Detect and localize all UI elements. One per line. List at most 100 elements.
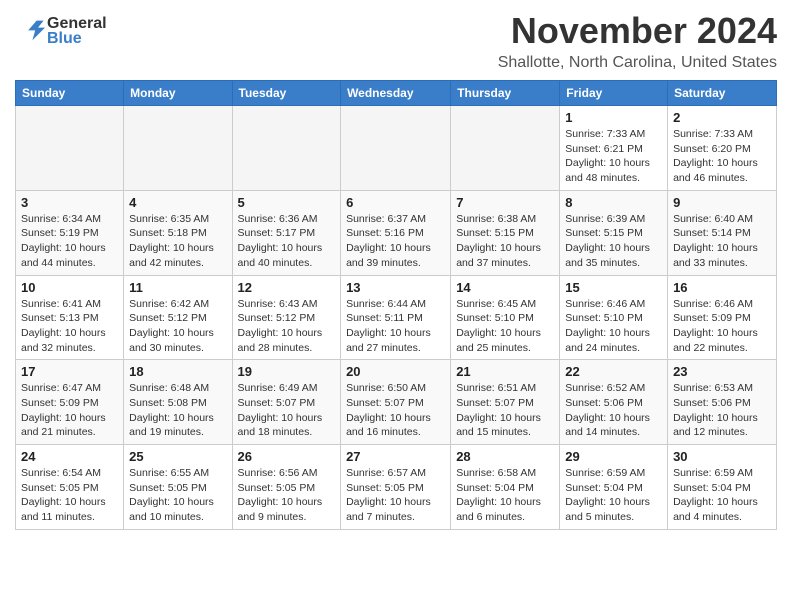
calendar-cell: 1 Sunrise: 7:33 AM Sunset: 6:21 PM Daylig… xyxy=(560,106,668,191)
calendar-cell: 18Sunrise: 6:48 AM Sunset: 5:08 PM Dayli… xyxy=(124,360,232,445)
day-info: Sunrise: 6:58 AM Sunset: 5:04 PM Dayligh… xyxy=(456,466,554,525)
calendar-week-row: 24Sunrise: 6:54 AM Sunset: 5:05 PM Dayli… xyxy=(16,445,777,530)
calendar-table: SundayMondayTuesdayWednesdayThursdayFrid… xyxy=(15,80,777,530)
weekday-header: Sunday xyxy=(16,81,124,106)
day-info: Sunrise: 6:57 AM Sunset: 5:05 PM Dayligh… xyxy=(346,466,445,525)
day-number: 18 xyxy=(129,364,226,379)
day-number: 13 xyxy=(346,280,445,295)
calendar-cell: 10 Sunrise: 6:41 AM Sunset: 5:13 PM Dayli… xyxy=(16,275,124,360)
day-info: Sunrise: 6:38 AM Sunset: 5:15 PM Dayligh… xyxy=(456,212,554,271)
day-info: Sunrise: 6:45 AM Sunset: 5:10 PM Dayligh… xyxy=(456,297,554,356)
calendar-cell: 4 Sunrise: 6:35 AM Sunset: 5:18 PM Daylig… xyxy=(124,190,232,275)
day-info: Sunrise: 6:47 AM Sunset: 5:09 PM Dayligh… xyxy=(21,381,118,440)
calendar-cell xyxy=(16,106,124,191)
day-number: 14 xyxy=(456,280,554,295)
day-info: Sunrise: 6:46 AM Sunset: 5:10 PM Dayligh… xyxy=(565,297,662,356)
calendar-cell xyxy=(341,106,451,191)
calendar-week-row: 1 Sunrise: 7:33 AM Sunset: 6:21 PM Daylig… xyxy=(16,106,777,191)
day-number: 29 xyxy=(565,449,662,464)
weekday-header: Wednesday xyxy=(341,81,451,106)
header: General Blue November 2024 Shallotte, No… xyxy=(15,10,777,72)
day-number: 11 xyxy=(129,280,226,295)
calendar-week-row: 10 Sunrise: 6:41 AM Sunset: 5:13 PM Dayli… xyxy=(16,275,777,360)
calendar-cell xyxy=(124,106,232,191)
day-info: Sunrise: 7:33 AM Sunset: 6:20 PM Dayligh… xyxy=(673,127,771,186)
calendar-cell: 20Sunrise: 6:50 AM Sunset: 5:07 PM Dayli… xyxy=(341,360,451,445)
page-container: General Blue November 2024 Shallotte, No… xyxy=(0,0,792,535)
day-number: 25 xyxy=(129,449,226,464)
day-number: 4 xyxy=(129,195,226,210)
day-info: Sunrise: 6:34 AM Sunset: 5:19 PM Dayligh… xyxy=(21,212,118,271)
day-number: 28 xyxy=(456,449,554,464)
calendar-cell: 25 Sunrise: 6:55 AM Sunset: 5:05 PM Dayli… xyxy=(124,445,232,530)
day-number: 7 xyxy=(456,195,554,210)
day-number: 19 xyxy=(238,364,336,379)
day-number: 6 xyxy=(346,195,445,210)
day-info: Sunrise: 6:35 AM Sunset: 5:18 PM Dayligh… xyxy=(129,212,226,271)
day-number: 20 xyxy=(346,364,445,379)
day-info: Sunrise: 6:36 AM Sunset: 5:17 PM Dayligh… xyxy=(238,212,336,271)
day-info: Sunrise: 6:37 AM Sunset: 5:16 PM Dayligh… xyxy=(346,212,445,271)
day-number: 2 xyxy=(673,110,771,125)
day-info: Sunrise: 7:33 AM Sunset: 6:21 PM Dayligh… xyxy=(565,127,662,186)
day-number: 30 xyxy=(673,449,771,464)
day-info: Sunrise: 6:40 AM Sunset: 5:14 PM Dayligh… xyxy=(673,212,771,271)
weekday-header: Monday xyxy=(124,81,232,106)
calendar-cell: 3Sunrise: 6:34 AM Sunset: 5:19 PM Daylig… xyxy=(16,190,124,275)
calendar-cell: 13 Sunrise: 6:44 AM Sunset: 5:11 PM Dayli… xyxy=(341,275,451,360)
day-info: Sunrise: 6:51 AM Sunset: 5:07 PM Dayligh… xyxy=(456,381,554,440)
calendar-cell xyxy=(451,106,560,191)
day-number: 8 xyxy=(565,195,662,210)
location: Shallotte, North Carolina, United States xyxy=(498,54,777,72)
day-number: 12 xyxy=(238,280,336,295)
calendar-cell: 15 Sunrise: 6:46 AM Sunset: 5:10 PM Dayli… xyxy=(560,275,668,360)
weekday-header: Tuesday xyxy=(232,81,341,106)
day-number: 1 xyxy=(565,110,662,125)
calendar-cell: 12Sunrise: 6:43 AM Sunset: 5:12 PM Dayli… xyxy=(232,275,341,360)
calendar-cell: 28 Sunrise: 6:58 AM Sunset: 5:04 PM Dayli… xyxy=(451,445,560,530)
weekday-header: Saturday xyxy=(668,81,777,106)
day-number: 27 xyxy=(346,449,445,464)
calendar-cell: 23 Sunrise: 6:53 AM Sunset: 5:06 PM Dayli… xyxy=(668,360,777,445)
day-number: 5 xyxy=(238,195,336,210)
day-info: Sunrise: 6:56 AM Sunset: 5:05 PM Dayligh… xyxy=(238,466,336,525)
calendar-cell: 5 Sunrise: 6:36 AM Sunset: 5:17 PM Daylig… xyxy=(232,190,341,275)
day-info: Sunrise: 6:39 AM Sunset: 5:15 PM Dayligh… xyxy=(565,212,662,271)
day-info: Sunrise: 6:52 AM Sunset: 5:06 PM Dayligh… xyxy=(565,381,662,440)
day-info: Sunrise: 6:41 AM Sunset: 5:13 PM Dayligh… xyxy=(21,297,118,356)
month-title: November 2024 xyxy=(498,10,777,52)
day-number: 15 xyxy=(565,280,662,295)
day-number: 26 xyxy=(238,449,336,464)
calendar-cell: 26 Sunrise: 6:56 AM Sunset: 5:05 PM Dayli… xyxy=(232,445,341,530)
calendar-cell xyxy=(232,106,341,191)
calendar-cell: 7 Sunrise: 6:38 AM Sunset: 5:15 PM Daylig… xyxy=(451,190,560,275)
day-info: Sunrise: 6:53 AM Sunset: 5:06 PM Dayligh… xyxy=(673,381,771,440)
day-info: Sunrise: 6:44 AM Sunset: 5:11 PM Dayligh… xyxy=(346,297,445,356)
day-number: 23 xyxy=(673,364,771,379)
calendar-cell: 22 Sunrise: 6:52 AM Sunset: 5:06 PM Dayli… xyxy=(560,360,668,445)
logo: General Blue xyxy=(15,15,107,48)
calendar-cell: 27 Sunrise: 6:57 AM Sunset: 5:05 PM Dayli… xyxy=(341,445,451,530)
day-info: Sunrise: 6:46 AM Sunset: 5:09 PM Dayligh… xyxy=(673,297,771,356)
calendar-cell: 14 Sunrise: 6:45 AM Sunset: 5:10 PM Dayli… xyxy=(451,275,560,360)
day-info: Sunrise: 6:42 AM Sunset: 5:12 PM Dayligh… xyxy=(129,297,226,356)
title-section: November 2024 Shallotte, North Carolina,… xyxy=(498,10,777,72)
day-number: 22 xyxy=(565,364,662,379)
day-number: 10 xyxy=(21,280,118,295)
calendar-cell: 9 Sunrise: 6:40 AM Sunset: 5:14 PM Daylig… xyxy=(668,190,777,275)
calendar-cell: 11 Sunrise: 6:42 AM Sunset: 5:12 PM Dayli… xyxy=(124,275,232,360)
calendar-cell: 2 Sunrise: 7:33 AM Sunset: 6:20 PM Daylig… xyxy=(668,106,777,191)
calendar-cell: 8 Sunrise: 6:39 AM Sunset: 5:15 PM Daylig… xyxy=(560,190,668,275)
calendar-cell: 30 Sunrise: 6:59 AM Sunset: 5:04 PM Dayli… xyxy=(668,445,777,530)
logo-icon xyxy=(17,15,45,43)
calendar-cell: 21Sunrise: 6:51 AM Sunset: 5:07 PM Dayli… xyxy=(451,360,560,445)
day-number: 9 xyxy=(673,195,771,210)
day-number: 16 xyxy=(673,280,771,295)
calendar-cell: 6 Sunrise: 6:37 AM Sunset: 5:16 PM Daylig… xyxy=(341,190,451,275)
calendar-cell: 24Sunrise: 6:54 AM Sunset: 5:05 PM Dayli… xyxy=(16,445,124,530)
calendar-cell: 19Sunrise: 6:49 AM Sunset: 5:07 PM Dayli… xyxy=(232,360,341,445)
calendar-week-row: 3Sunrise: 6:34 AM Sunset: 5:19 PM Daylig… xyxy=(16,190,777,275)
day-info: Sunrise: 6:55 AM Sunset: 5:05 PM Dayligh… xyxy=(129,466,226,525)
day-info: Sunrise: 6:59 AM Sunset: 5:04 PM Dayligh… xyxy=(673,466,771,525)
day-number: 24 xyxy=(21,449,118,464)
